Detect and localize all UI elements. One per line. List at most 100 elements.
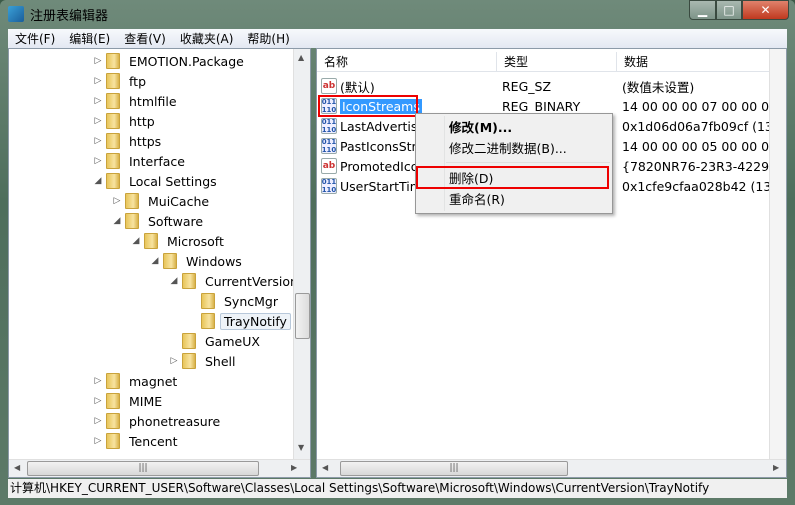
tree-node-label: TrayNotify	[220, 312, 291, 330]
tree-node[interactable]: ▷ Shell	[169, 351, 240, 371]
column-data[interactable]: 数据	[617, 52, 769, 71]
tree-node-label: EMOTION.Package	[129, 53, 244, 69]
expander-icon[interactable]: ▷	[93, 396, 103, 406]
tree-hscroll-thumb[interactable]: |||	[27, 461, 259, 476]
tree-node-label: SyncMgr	[224, 293, 278, 309]
menu-file[interactable]: 文件(F)	[8, 30, 62, 47]
folder-icon	[106, 113, 120, 129]
menu-favorites[interactable]: 收藏夹(A)	[173, 30, 241, 47]
list-horizontal-scrollbar[interactable]: ◀ ||| ▶	[317, 459, 786, 477]
tree-node[interactable]: SyncMgr	[188, 291, 282, 311]
title-bar: 注册表编辑器	[8, 4, 108, 24]
expander-icon[interactable]: ▷	[169, 356, 179, 366]
folder-icon	[201, 313, 215, 329]
tree-node[interactable]: ◢ Local Settings	[93, 171, 221, 191]
menu-item-modify[interactable]: 修改(M)...	[449, 118, 512, 138]
expander-icon[interactable]: ◢	[169, 276, 179, 286]
tree-node[interactable]: ◢ Microsoft	[131, 231, 228, 251]
string-value-icon: ab	[321, 78, 337, 94]
value-name: PromotedIco	[340, 158, 419, 174]
string-value-icon: ab	[321, 158, 337, 174]
tree-node-label: http	[129, 113, 155, 129]
tree-node[interactable]: ▷ ftp	[93, 71, 150, 91]
scroll-right-icon[interactable]: ▶	[773, 463, 779, 472]
tree-node-label: https	[129, 133, 162, 149]
tree-node[interactable]: ▷ MuiCache	[112, 191, 213, 211]
list-hscroll-thumb[interactable]: |||	[340, 461, 568, 476]
expander-icon[interactable]: ◢	[112, 216, 122, 226]
tree-node-label: GameUX	[205, 333, 260, 349]
tree-node[interactable]: ▷ http	[93, 111, 159, 131]
tree-node[interactable]: ▷ magnet	[93, 371, 181, 391]
tree-node[interactable]: ▷ Interface	[93, 151, 189, 171]
tree-horizontal-scrollbar[interactable]: ◀ ||| ▶	[9, 459, 310, 477]
expander-icon[interactable]: ▷	[93, 76, 103, 86]
expander-icon[interactable]: ◢	[150, 256, 160, 266]
expander-icon[interactable]: ▷	[93, 376, 103, 386]
folder-icon	[182, 273, 196, 289]
value-data: {7820NR76-23R3-4229-82P1	[622, 158, 787, 174]
expander-icon[interactable]: ▷	[93, 436, 103, 446]
menu-item-modify-binary[interactable]: 修改二进制数据(B)...	[449, 139, 567, 159]
column-type[interactable]: 类型	[497, 52, 617, 71]
scroll-up-icon[interactable]: ▲	[298, 53, 304, 62]
expander-icon[interactable]: ▷	[93, 56, 103, 66]
registry-editor-window: 注册表编辑器 ▁ □ ✕ 文件(F) 编辑(E) 查看(V) 收藏夹(A) 帮助…	[0, 0, 795, 505]
list-row[interactable]: ab (默认) REG_SZ (数值未设置)	[317, 76, 694, 96]
regedit-icon	[8, 6, 24, 22]
folder-icon	[125, 193, 139, 209]
menu-view[interactable]: 查看(V)	[117, 30, 173, 47]
folder-icon	[106, 73, 120, 89]
minimize-button[interactable]: ▁	[689, 0, 716, 20]
folder-icon	[201, 293, 215, 309]
value-data: (数值未设置)	[622, 79, 695, 95]
list-vertical-scrollbar[interactable]	[769, 49, 786, 459]
tree-vscroll-thumb[interactable]	[295, 293, 310, 339]
scroll-down-icon[interactable]: ▼	[298, 443, 304, 452]
tree-node-label: Software	[148, 213, 204, 229]
scroll-left-icon[interactable]: ◀	[14, 463, 20, 472]
registry-tree: ▷ EMOTION.Package ▷ ftp ▷ htmlfile ▷ http ▷ https…	[8, 48, 311, 478]
close-button[interactable]: ✕	[742, 0, 789, 20]
scroll-left-icon[interactable]: ◀	[322, 463, 328, 472]
expander-icon[interactable]: ◢	[93, 176, 103, 186]
binary-value-icon: 011 110	[321, 138, 337, 154]
tree-node[interactable]: ▷ phonetreasure	[93, 411, 224, 431]
tree-node[interactable]: ◢ Software	[112, 211, 207, 231]
binary-value-icon: 011 110	[321, 178, 337, 194]
folder-icon	[106, 93, 120, 109]
folder-icon	[182, 353, 196, 369]
expander-icon[interactable]: ▷	[93, 96, 103, 106]
tree-node[interactable]: ▷ Tencent	[93, 431, 182, 451]
tree-node[interactable]: ▷ htmlfile	[93, 91, 181, 111]
expander-icon[interactable]: ▷	[112, 196, 122, 206]
folder-icon	[106, 133, 120, 149]
highlight-box-delete	[416, 166, 609, 189]
expander-icon[interactable]: ◢	[131, 236, 141, 246]
expander-icon[interactable]: ▷	[93, 416, 103, 426]
menu-edit[interactable]: 编辑(E)	[62, 30, 117, 47]
tree-node[interactable]: TrayNotify	[188, 311, 291, 331]
expander-icon[interactable]: ▷	[93, 156, 103, 166]
folder-icon	[106, 153, 120, 169]
tree-vertical-scrollbar[interactable]: ▲ ▼	[293, 49, 310, 459]
column-name[interactable]: 名称	[317, 52, 497, 71]
tree-node[interactable]: ▷ EMOTION.Package	[93, 51, 248, 71]
tree-node-label: MuiCache	[148, 193, 210, 209]
tree-node[interactable]: ◢ Windows	[150, 251, 246, 271]
tree-node[interactable]: ▷ MIME	[93, 391, 166, 411]
folder-icon	[182, 333, 196, 349]
folder-icon	[106, 393, 120, 409]
binary-value-icon: 011 110	[321, 118, 337, 134]
maximize-button[interactable]: □	[716, 0, 742, 20]
tree-node-label: MIME	[129, 393, 163, 409]
tree-node[interactable]: GameUX	[169, 331, 264, 351]
expander-icon[interactable]: ▷	[93, 136, 103, 146]
tree-node[interactable]: ◢ CurrentVersion	[169, 271, 302, 291]
tree-node[interactable]: ▷ https	[93, 131, 165, 151]
value-type: REG_SZ	[502, 78, 552, 94]
menu-item-rename[interactable]: 重命名(R)	[449, 190, 505, 210]
menu-help[interactable]: 帮助(H)	[240, 30, 296, 47]
scroll-right-icon[interactable]: ▶	[291, 463, 297, 472]
expander-icon[interactable]: ▷	[93, 116, 103, 126]
